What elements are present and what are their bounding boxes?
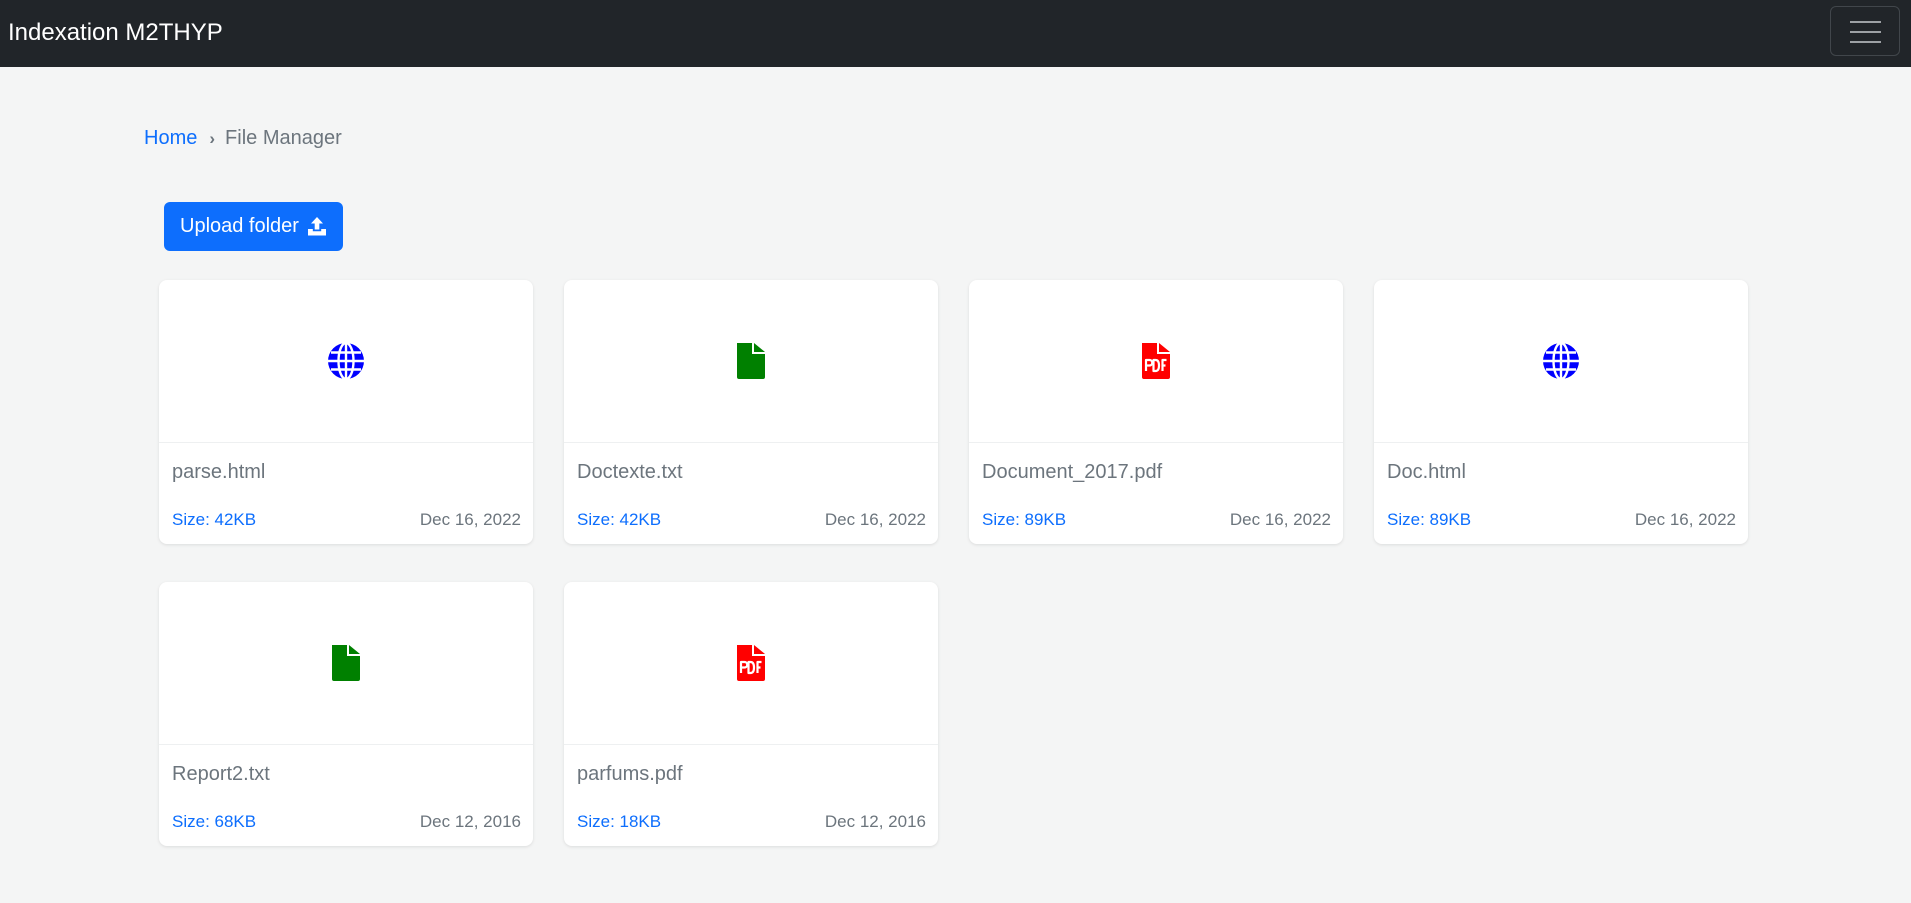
breadcrumb: Home › File Manager	[144, 125, 342, 152]
file-date: Dec 16, 2022	[824, 510, 926, 529]
file-date: Dec 16, 2022	[419, 510, 521, 529]
file-size: Size: 89KB	[1387, 510, 1472, 529]
pdf-icon	[1142, 343, 1170, 379]
file-date: Dec 16, 2022	[1634, 510, 1736, 529]
file-name: Doc.html	[1387, 461, 1466, 483]
file-card[interactable]: Doctexte.txt Size: 42KB Dec 16, 2022	[564, 280, 938, 544]
navbar-toggle-button[interactable]	[1830, 6, 1900, 56]
file-size: Size: 68KB	[172, 812, 257, 831]
file-name: parfums.pdf	[577, 763, 683, 785]
upload-icon	[308, 217, 326, 236]
file-card[interactable]: parfums.pdf Size: 18KB Dec 12, 2016	[564, 582, 938, 846]
file-name: Doctexte.txt	[577, 461, 683, 483]
globe-icon	[328, 341, 364, 381]
breadcrumb-home-link[interactable]: Home	[144, 127, 197, 149]
file-icon	[332, 645, 360, 681]
file-icon	[737, 343, 765, 379]
globe-icon	[1543, 341, 1579, 381]
hamburger-menu-icon-bar	[1850, 31, 1881, 33]
breadcrumb-current: File Manager	[225, 127, 342, 149]
file-size: Size: 42KB	[172, 510, 257, 529]
file-size: Size: 42KB	[577, 510, 662, 529]
file-card[interactable]: parse.html Size: 42KB Dec 16, 2022	[159, 280, 533, 544]
file-card-preview	[564, 280, 938, 443]
file-card[interactable]: Doc.html Size: 89KB Dec 16, 2022	[1374, 280, 1748, 544]
file-size: Size: 18KB	[577, 812, 662, 831]
file-name: parse.html	[172, 461, 266, 483]
file-size: Size: 89KB	[982, 510, 1067, 529]
upload-folder-button[interactable]: Upload folder	[164, 202, 343, 251]
file-date: Dec 16, 2022	[1229, 510, 1331, 529]
file-date: Dec 12, 2016	[824, 812, 926, 831]
file-card[interactable]: Report2.txt Size: 68KB Dec 12, 2016	[159, 582, 533, 846]
file-card-preview	[969, 280, 1343, 443]
file-card-preview	[159, 582, 533, 745]
hamburger-menu-icon	[1850, 21, 1881, 23]
upload-folder-label: Upload folder	[180, 215, 299, 237]
file-card[interactable]: Document_2017.pdf Size: 89KB Dec 16, 202…	[969, 280, 1343, 544]
hamburger-menu-icon-bar	[1850, 41, 1881, 43]
file-name: Report2.txt	[172, 763, 270, 785]
navbar-brand[interactable]: Indexation M2THYP	[8, 16, 223, 50]
top-navbar: Indexation M2THYP	[0, 0, 1911, 67]
file-name: Document_2017.pdf	[982, 461, 1163, 483]
file-date: Dec 12, 2016	[419, 812, 521, 831]
pdf-icon	[737, 645, 765, 681]
file-card-preview	[1374, 280, 1748, 443]
file-card-preview	[564, 582, 938, 745]
breadcrumb-separator: ›	[209, 129, 216, 148]
file-card-preview	[159, 280, 533, 443]
